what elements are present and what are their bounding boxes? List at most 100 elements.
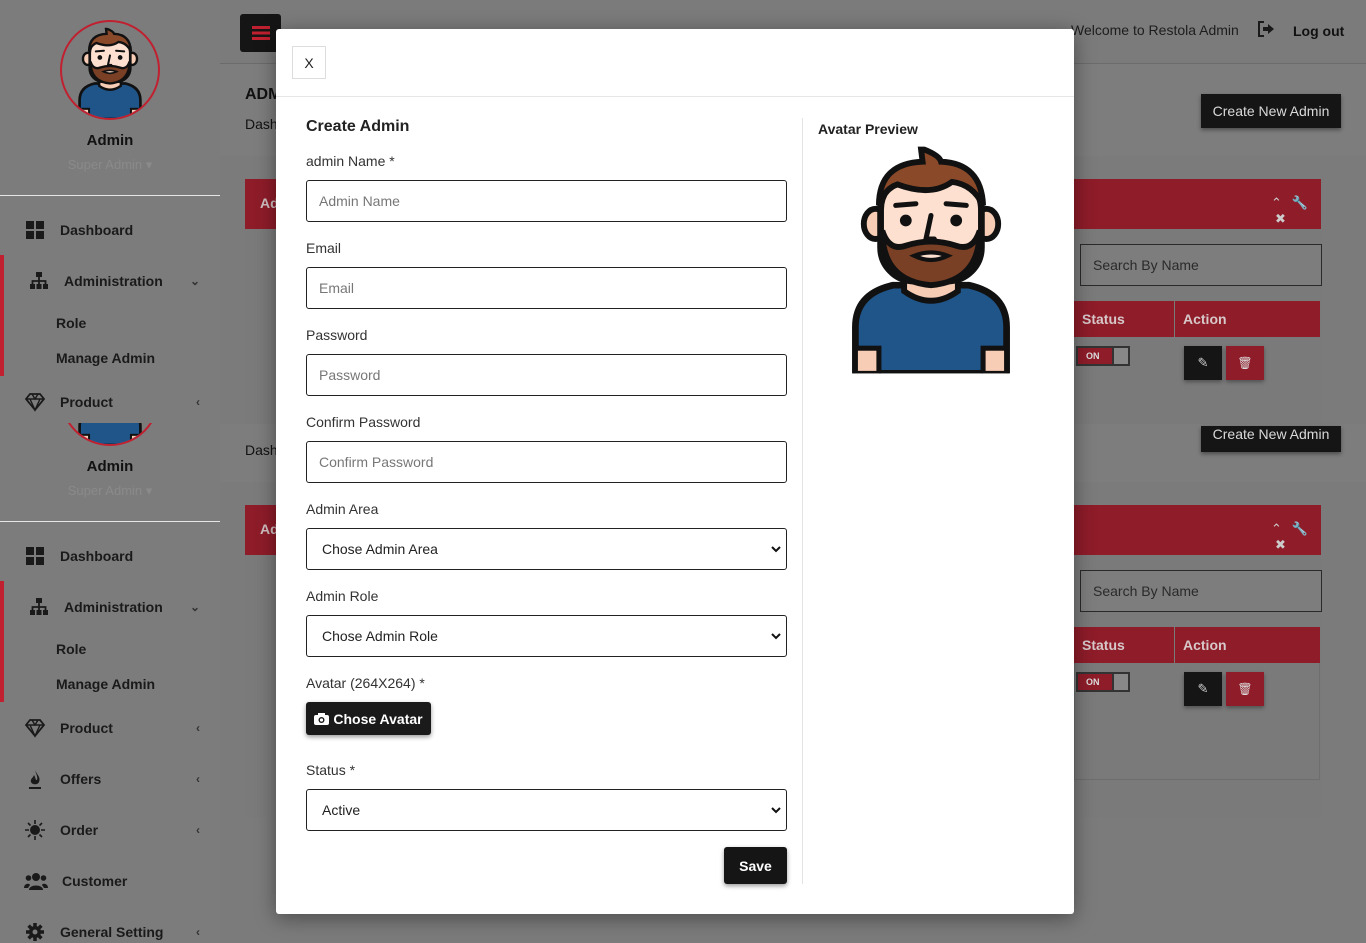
sidebar-subitem-manage-admin[interactable]: Manage Admin: [56, 676, 155, 692]
users-icon: [24, 870, 48, 892]
modal-header-divider: [276, 96, 1074, 97]
toggle-label: ON: [1086, 351, 1100, 361]
status-toggle[interactable]: ON: [1076, 346, 1130, 366]
create-new-admin-button[interactable]: Create New Admin: [1201, 426, 1341, 452]
sidebar-subitem-role[interactable]: Role: [56, 641, 86, 657]
wrench-icon[interactable]: 🔧: [1292, 195, 1308, 210]
sidebar-item-customer[interactable]: Customer: [0, 859, 220, 903]
sidebar-item-label: Administration: [64, 599, 163, 615]
chevron-down-icon: [771, 546, 781, 553]
chevron-left-icon: ‹: [196, 721, 200, 735]
wrench-icon[interactable]: 🔧: [1292, 521, 1308, 536]
sidebar-item-dashboard[interactable]: Dashboard: [0, 208, 220, 252]
welcome-text: Welcome to Restola Admin: [1071, 22, 1239, 38]
sidebar-item-label: Product: [60, 394, 113, 410]
admin-name-input[interactable]: [306, 180, 787, 222]
chevron-down-icon: ⌄: [189, 274, 200, 288]
sun-icon: [24, 819, 46, 841]
password-field[interactable]: [306, 354, 787, 396]
sidebar-item-administration[interactable]: Administration ⌄: [0, 259, 220, 303]
create-new-admin-button[interactable]: Create New Admin: [1201, 94, 1341, 128]
sidebar-item-label: Offers: [60, 771, 102, 787]
search-input[interactable]: Search By Name: [1080, 570, 1322, 612]
avatar-label: Avatar (264X264) *: [306, 675, 425, 691]
sidebar-item-offers[interactable]: Offers ‹: [0, 757, 220, 801]
collapse-icon[interactable]: ⌃: [1271, 195, 1282, 210]
chevron-down-icon: [771, 633, 781, 640]
diamond-icon: [24, 717, 46, 739]
menu-toggle-button[interactable]: [240, 14, 281, 52]
diamond-icon: [24, 391, 46, 413]
sidebar-user-name: Admin: [86, 458, 134, 475]
edit-button[interactable]: ✎: [1184, 672, 1222, 706]
avatar-preview-image: [847, 146, 1015, 374]
modal-close-button[interactable]: X: [292, 46, 326, 79]
logout-icon[interactable]: [1257, 20, 1275, 43]
chevron-left-icon: ‹: [196, 925, 200, 939]
logout-link[interactable]: Log out: [1293, 23, 1344, 39]
sidebar-item-label: Customer: [62, 873, 128, 889]
close-icon[interactable]: ✖: [1275, 537, 1286, 552]
breadcrumb[interactable]: Dash: [245, 116, 278, 132]
sidebar-item-administration[interactable]: Administration ⌄: [0, 585, 220, 629]
column-header-status: Status: [1074, 301, 1174, 337]
collapse-icon[interactable]: ⌃: [1271, 521, 1282, 536]
sidebar-item-label: Product: [60, 720, 113, 736]
sidebar-item-general-setting[interactable]: General Setting ‹: [0, 910, 220, 943]
admin-area-select[interactable]: Chose Admin Area: [306, 528, 787, 570]
column-header-status: Status: [1074, 627, 1174, 663]
sidebar-item-product[interactable]: Product ‹: [0, 706, 220, 750]
panel-tools[interactable]: ⌃ 🔧 ✖: [1271, 521, 1321, 553]
status-select[interactable]: Active: [306, 789, 787, 831]
email-label: Email: [306, 240, 342, 256]
sidebar-item-product[interactable]: Product ‹: [0, 380, 220, 424]
admin-role-label: Admin Role: [306, 588, 379, 604]
sidebar-user-role[interactable]: Super Admin ▾: [0, 157, 220, 173]
user-avatar-icon: [74, 27, 146, 118]
chevron-down-icon: ⌄: [189, 600, 200, 614]
sidebar-item-label: Dashboard: [60, 222, 134, 238]
chevron-left-icon: ‹: [196, 395, 200, 409]
sidebar-subitem-manage-admin[interactable]: Manage Admin: [56, 350, 155, 366]
sidebar-item-label: Dashboard: [60, 548, 134, 564]
edit-icon: ✎: [1197, 681, 1209, 696]
panel-tools[interactable]: ⌃ 🔧 ✖: [1271, 195, 1321, 227]
chose-avatar-button[interactable]: Chose Avatar: [306, 702, 431, 735]
delete-button[interactable]: 🗑: [1226, 346, 1264, 380]
email-field[interactable]: [306, 267, 787, 309]
status-toggle[interactable]: ON: [1076, 672, 1130, 692]
select-value: Active: [322, 802, 361, 818]
sidebar-user-role[interactable]: Super Admin ▾: [0, 483, 220, 499]
delete-button[interactable]: 🗑: [1226, 672, 1264, 706]
search-input[interactable]: Search By Name: [1080, 244, 1322, 286]
avatar: [60, 20, 160, 120]
chose-avatar-label: Chose Avatar: [333, 710, 423, 727]
sidebar-subitem-role[interactable]: Role: [56, 315, 86, 331]
form-title: Create Admin: [306, 118, 410, 135]
hamburger-icon: [251, 26, 270, 40]
toggle-knob: [1112, 674, 1128, 690]
toggle-label: ON: [1086, 677, 1100, 687]
admin-area-label: Admin Area: [306, 501, 379, 517]
chevron-left-icon: ‹: [196, 823, 200, 837]
modal-column-divider: [802, 118, 803, 884]
sidebar-user-name: Admin: [86, 132, 134, 149]
sidebar-divider: [0, 195, 220, 196]
save-button[interactable]: Save: [724, 847, 787, 884]
breadcrumb[interactable]: Dash: [245, 442, 278, 458]
grid-icon: [24, 545, 46, 567]
camera-icon: [314, 712, 330, 725]
admin-role-select[interactable]: Chose Admin Role: [306, 615, 787, 657]
grid-icon: [24, 219, 46, 241]
close-icon[interactable]: ✖: [1275, 211, 1286, 226]
sidebar-item-order[interactable]: Order ‹: [0, 808, 220, 852]
edit-button[interactable]: ✎: [1184, 346, 1222, 380]
sidebar-item-label: Order: [60, 822, 99, 838]
status-label: Status *: [306, 762, 356, 778]
sidebar-item-dashboard[interactable]: Dashboard: [0, 534, 220, 578]
confirm-password-field[interactable]: [306, 441, 787, 483]
sitemap-icon: [28, 596, 50, 618]
toggle-knob: [1112, 348, 1128, 364]
select-value: Chose Admin Role: [322, 628, 438, 644]
sidebar-divider: [0, 521, 220, 522]
